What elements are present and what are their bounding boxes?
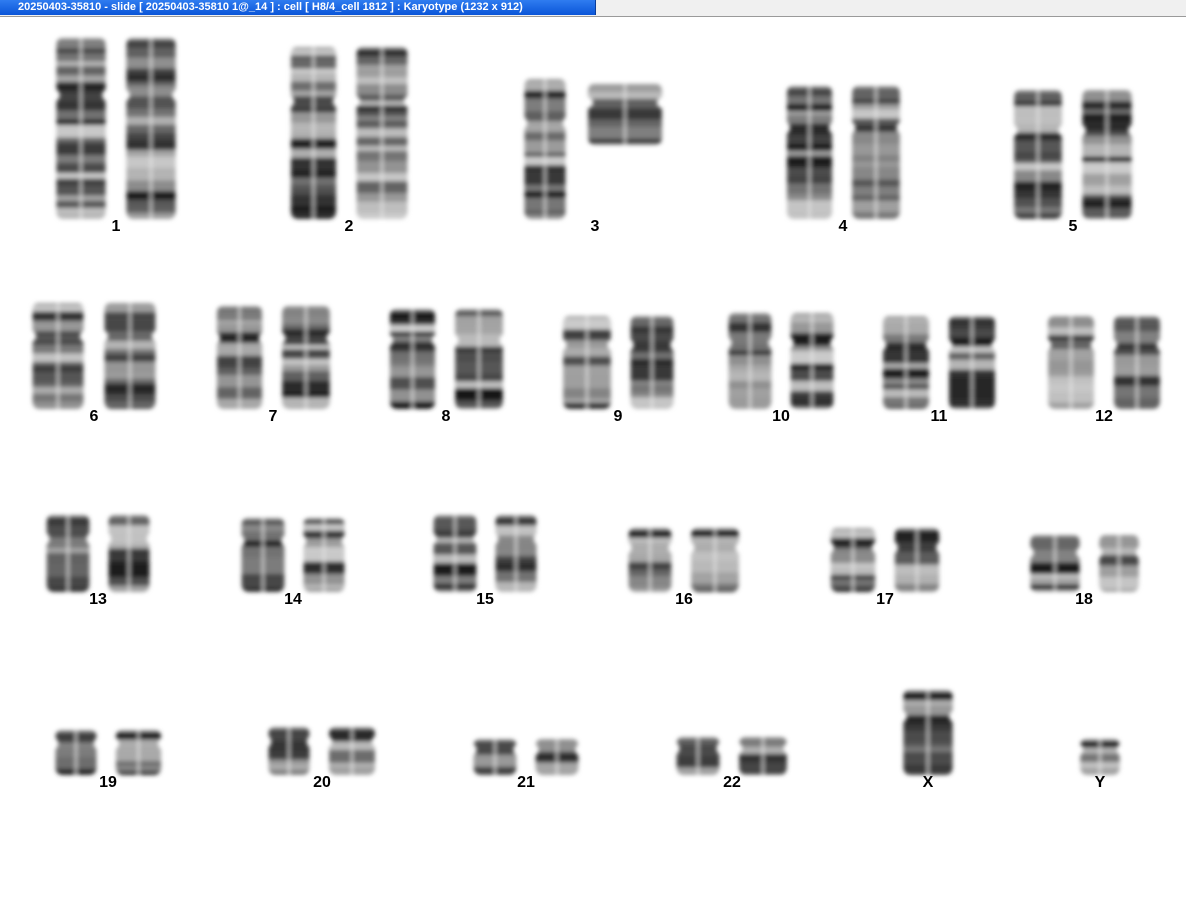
chromosome-3-homolog-1[interactable] [520,77,570,221]
chromosome-21-homolog-1[interactable] [469,737,521,777]
chromosome-label: 18 [1075,591,1093,608]
chromosome-7-homolog-1[interactable] [212,304,267,411]
chromosome-7-homolog-2[interactable] [277,304,335,411]
chromosome-label: 15 [476,591,494,608]
chromosome-22-homolog-2[interactable] [734,735,792,777]
chromosome-y-homolog-1[interactable] [1076,737,1124,777]
chromosome-12-homolog-1[interactable] [1043,314,1099,411]
chromosome-label: 13 [89,591,107,608]
chromosome-4-homolog-2[interactable] [847,84,905,221]
chromosome-18-homolog-1[interactable] [1025,533,1085,594]
chromosome-9-homolog-2[interactable] [626,314,678,411]
chromosome-14-homolog-2[interactable] [299,516,349,594]
chromosome-13-homolog-1[interactable] [42,513,94,594]
chromosome-8-homolog-2[interactable] [450,307,508,411]
chromosome-19-homolog-1[interactable] [51,728,101,777]
chromosome-label: 17 [876,591,894,608]
chromosome-4-homolog-1[interactable] [782,84,837,221]
chromosome-6-homolog-1[interactable] [27,301,89,411]
chromosome-20-homolog-1[interactable] [264,725,314,777]
chromosome-13-homolog-2[interactable] [104,513,154,594]
chromosome-22-homolog-1[interactable] [672,735,724,777]
window-title-tab[interactable]: 20250403-35810 - slide [ 20250403-35810 … [0,0,596,15]
chromosome-label: 9 [613,408,623,425]
chromosome-label: 6 [89,408,99,425]
chromosome-label: 19 [99,774,117,791]
chromosome-label: 2 [344,218,354,235]
chromosome-14-homolog-1[interactable] [237,516,289,594]
chromosome-label: 22 [723,774,741,791]
chromosome-20-homolog-2[interactable] [324,725,380,777]
chromosome-1-homolog-2[interactable] [121,36,181,221]
chromosome-label: 12 [1095,408,1113,425]
chromosome-12-homolog-2[interactable] [1109,314,1165,411]
chromosome-16-homolog-2[interactable] [686,526,744,594]
chromosome-5-homolog-2[interactable] [1077,88,1137,221]
chromosome-label: 8 [441,408,451,425]
chromosome-label: 16 [675,591,693,608]
chromosome-19-homolog-2[interactable] [111,728,166,777]
chromosome-label: X [922,774,934,791]
window-title: 20250403-35810 - slide [ 20250403-35810 … [18,1,523,13]
chromosome-17-homolog-2[interactable] [890,526,944,594]
chromosome-5-homolog-1[interactable] [1009,88,1067,221]
chromosome-label: 10 [772,408,790,425]
title-bar[interactable]: 20250403-35810 - slide [ 20250403-35810 … [0,0,1186,17]
chromosome-3-homolog-2[interactable] [580,82,670,147]
chromosome-11-homolog-2[interactable] [944,314,1000,411]
chromosome-label: 3 [590,218,600,235]
chromosome-label: 21 [517,774,535,791]
chromosome-11-homolog-1[interactable] [878,314,934,411]
chromosome-15-homolog-1[interactable] [429,513,481,594]
chromosome-2-homolog-2[interactable] [351,45,413,221]
karyotype-view[interactable]: 1 2 3 4 5 6 7 8 9 10 11 12 13 14 15 16 17 18 19 20 21 22 X Y [0,17,1186,905]
chromosome-label: 1 [111,218,121,235]
chromosome-9-homolog-1[interactable] [558,314,616,411]
chromosome-label: 5 [1068,218,1078,235]
chromosome-1-homolog-1[interactable] [51,36,111,221]
chromosome-8-homolog-1[interactable] [385,307,440,411]
chromosome-label: 4 [838,218,848,235]
chromosome-label: 11 [930,408,948,425]
chromosome-15-homolog-2[interactable] [491,513,541,594]
chromosome-label: 20 [313,774,331,791]
chromosome-label: Y [1094,774,1106,791]
chromosome-label: 7 [268,408,278,425]
chromosome-10-homolog-2[interactable] [786,311,838,411]
chromosome-6-homolog-2[interactable] [99,301,161,411]
chromosome-17-homolog-1[interactable] [826,526,880,594]
chromosome-10-homolog-1[interactable] [724,311,776,411]
chromosome-16-homolog-1[interactable] [624,526,676,594]
chromosome-21-homolog-2[interactable] [531,737,583,777]
chromosome-2-homolog-1[interactable] [286,45,341,221]
chromosome-label: 14 [284,591,302,608]
chromosome-18-homolog-2[interactable] [1095,533,1143,594]
chromosome-x-homolog-1[interactable] [898,688,958,777]
